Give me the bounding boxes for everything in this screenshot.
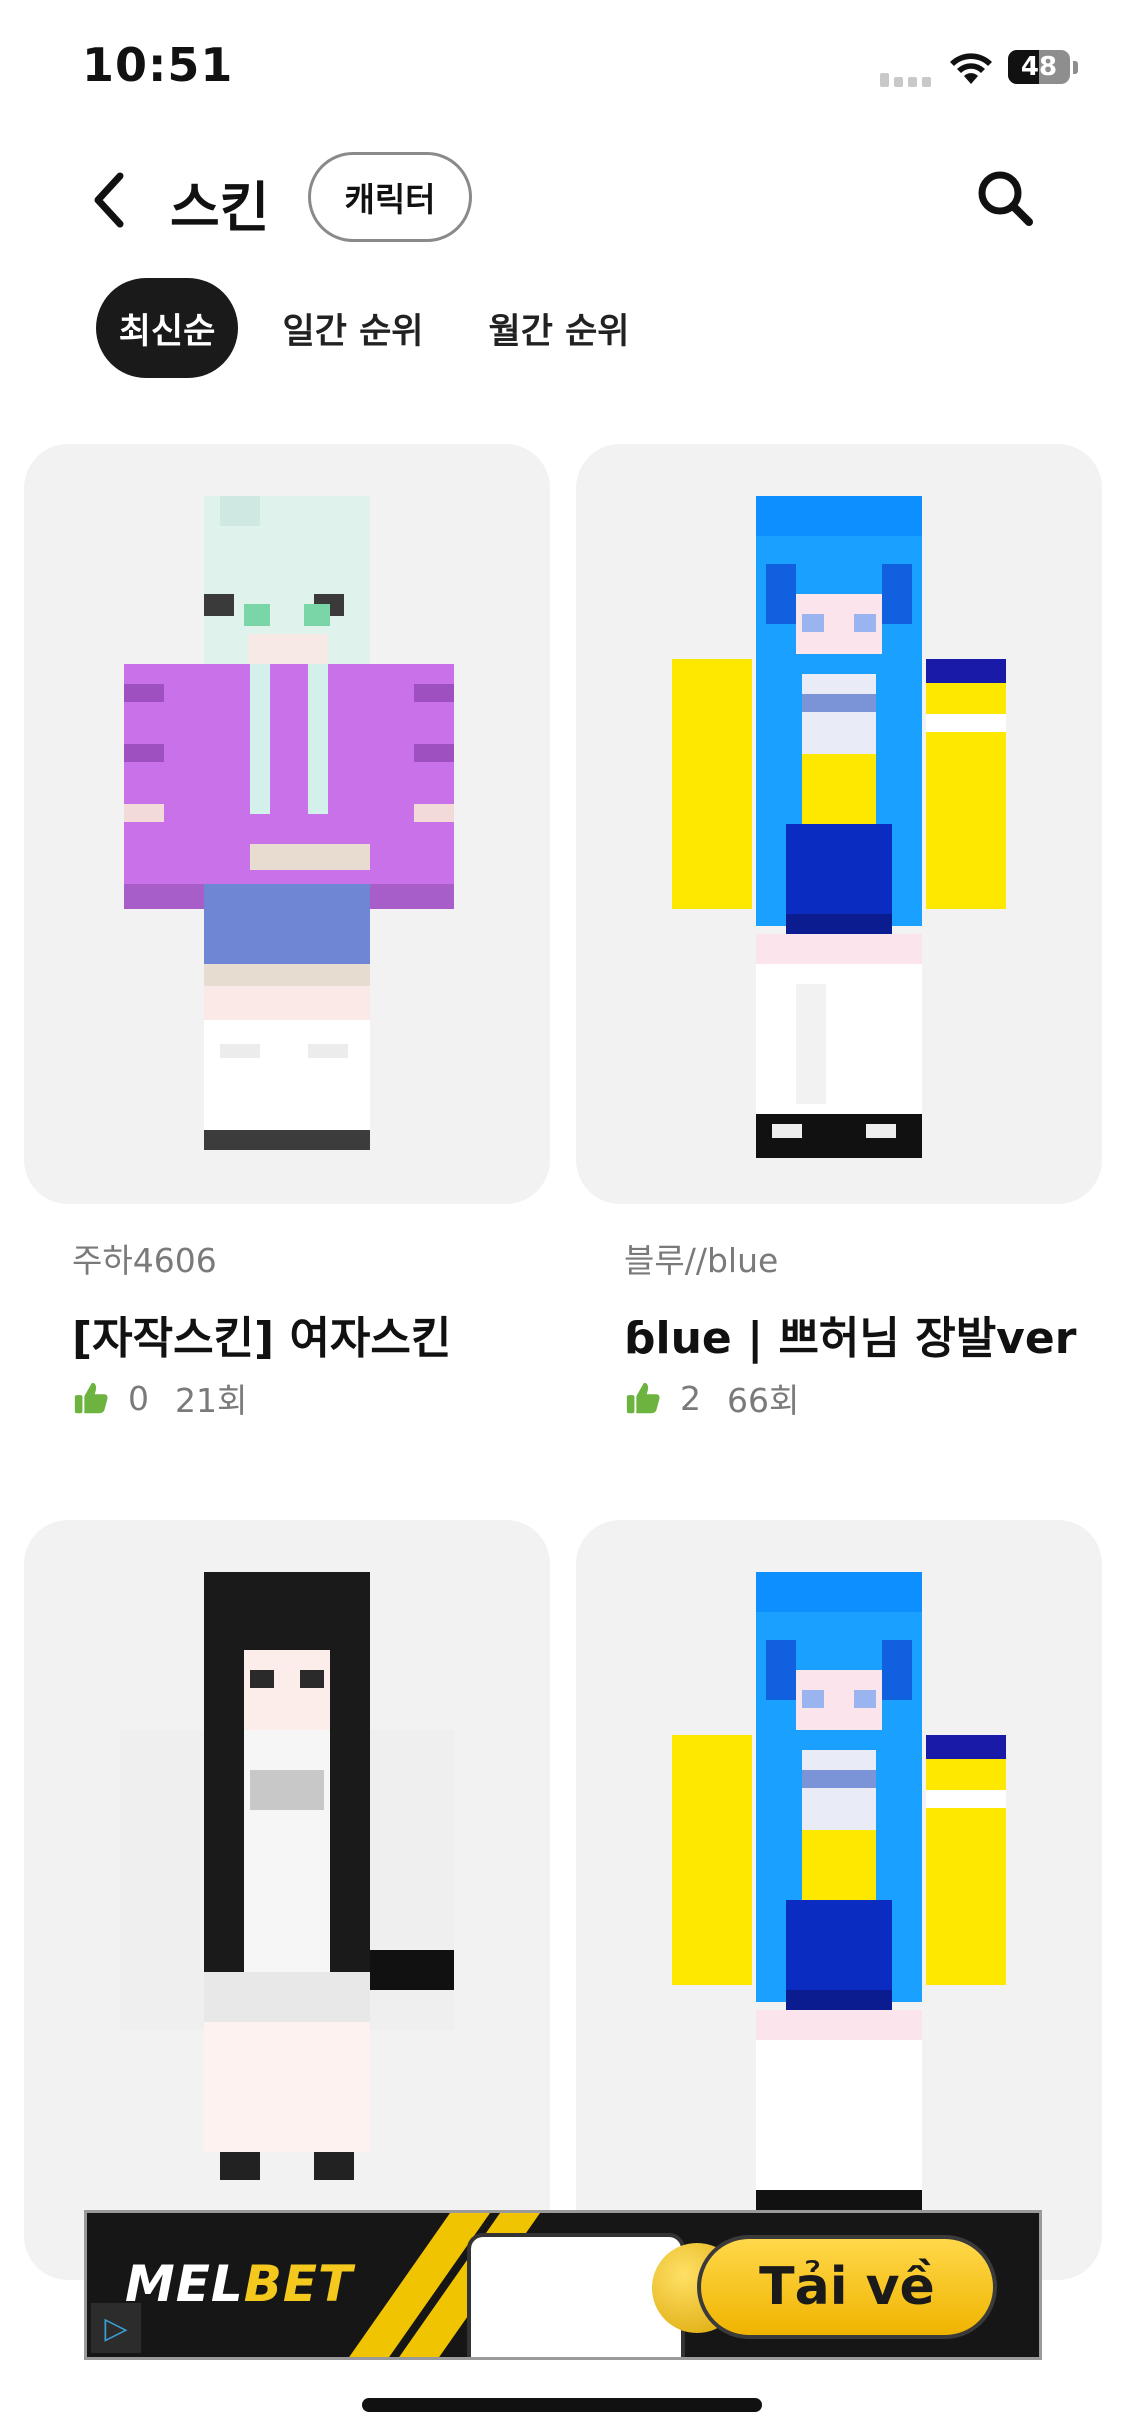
ad-download-button[interactable]: Tải về: [697, 2235, 997, 2339]
view-count: 66회: [727, 1381, 800, 1420]
skin-figure: [124, 496, 454, 1150]
skin-preview-image[interactable]: [24, 1520, 550, 2280]
skin-author: 블루//blue: [624, 1241, 779, 1280]
like-count: 0: [128, 1378, 149, 1418]
skin-stats: 2 66회: [624, 1374, 799, 1422]
view-count: 21회: [175, 1381, 248, 1420]
skin-stats: 0 21회: [72, 1374, 247, 1422]
skin-preview-image[interactable]: [576, 444, 1102, 1204]
wifi-icon: [950, 53, 992, 84]
skin-name[interactable]: ɓlue | 쁘허님 장발ver: [624, 1302, 1076, 1366]
tab-latest[interactable]: 최신순: [96, 278, 238, 378]
skin-figure: [672, 1572, 1006, 2234]
battery-icon: 48: [1008, 50, 1070, 84]
like-count: 2: [680, 1378, 701, 1418]
battery-level: 48: [1020, 52, 1058, 82]
character-filter-chip[interactable]: 캐릭터: [308, 152, 472, 242]
home-indicator[interactable]: [362, 2398, 762, 2412]
skin-figure: [672, 496, 1006, 1158]
skin-preview-image[interactable]: [576, 1520, 1102, 2280]
thumbs-up-icon: [74, 1382, 108, 1414]
skin-author: 주하4606: [72, 1241, 217, 1280]
status-time: 10:51: [82, 38, 234, 92]
ad-brand-logo: MELBET: [125, 2255, 354, 2313]
cellular-signal-icon: [880, 68, 936, 87]
skin-name[interactable]: [자작스킨] 여자스킨: [72, 1302, 451, 1366]
ad-banner[interactable]: MELBET Tải về ▷: [84, 2210, 1042, 2360]
page-title: 스킨: [170, 176, 270, 239]
search-icon[interactable]: [975, 168, 1035, 228]
thumbs-up-icon: [626, 1382, 660, 1414]
back-arrow-icon[interactable]: [86, 170, 136, 230]
tab-daily-ranking[interactable]: 일간 순위: [278, 278, 428, 378]
status-bar: 10:51 48: [0, 0, 1125, 130]
adchoices-icon[interactable]: ▷: [91, 2303, 141, 2353]
skin-preview-image[interactable]: [24, 444, 550, 1204]
skin-figure: [120, 1572, 454, 2180]
tab-monthly-ranking[interactable]: 월간 순위: [484, 278, 634, 378]
